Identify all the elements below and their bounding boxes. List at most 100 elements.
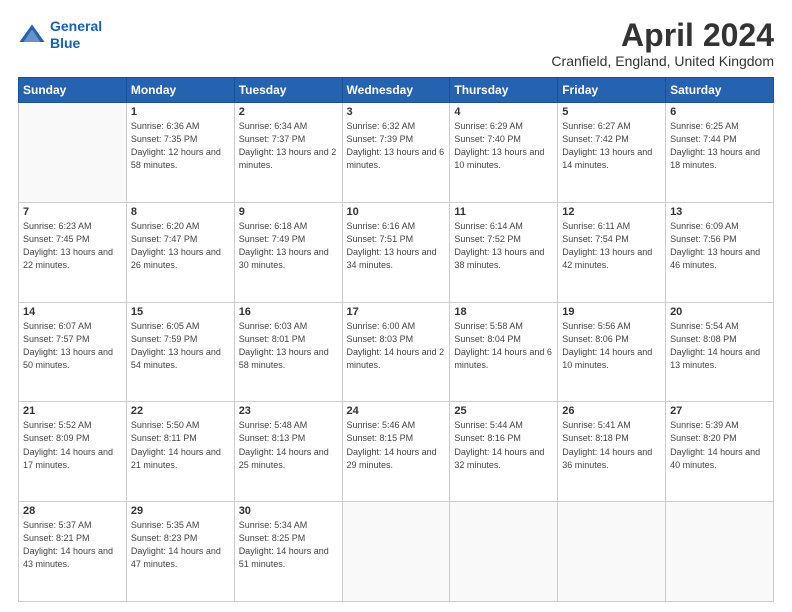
calendar-cell: 11 Sunrise: 6:14 AM Sunset: 7:52 PM Dayli…: [450, 202, 558, 302]
day-info: Sunrise: 5:44 AM Sunset: 8:16 PM Dayligh…: [454, 419, 553, 471]
day-number: 21: [23, 405, 122, 417]
calendar-cell: 7Sunrise: 6:23 AM Sunset: 7:45 PM Daylig…: [19, 202, 127, 302]
day-header-saturday: Saturday: [666, 78, 774, 103]
day-info: Sunrise: 5:56 AM Sunset: 8:06 PM Dayligh…: [562, 320, 661, 372]
calendar-cell: 24 Sunrise: 5:46 AM Sunset: 8:15 PM Dayli…: [342, 402, 450, 502]
day-number: 19: [562, 306, 661, 318]
day-info: Sunrise: 5:58 AM Sunset: 8:04 PM Dayligh…: [454, 320, 553, 372]
day-number: 13: [670, 206, 769, 218]
calendar-cell: 14Sunrise: 6:07 AM Sunset: 7:57 PM Dayli…: [19, 302, 127, 402]
day-info: Sunrise: 6:36 AM Sunset: 7:35 PM Dayligh…: [131, 120, 230, 172]
calendar-cell: [19, 103, 127, 203]
day-info: Sunrise: 5:48 AM Sunset: 8:13 PM Dayligh…: [239, 419, 338, 471]
day-info: Sunrise: 5:52 AM Sunset: 8:09 PM Dayligh…: [23, 419, 122, 471]
day-header-tuesday: Tuesday: [234, 78, 342, 103]
day-info: Sunrise: 5:39 AM Sunset: 8:20 PM Dayligh…: [670, 419, 769, 471]
day-number: 28: [23, 505, 122, 517]
calendar-header-row: SundayMondayTuesdayWednesdayThursdayFrid…: [19, 78, 774, 103]
calendar-cell: 5 Sunrise: 6:27 AM Sunset: 7:42 PM Daylig…: [558, 103, 666, 203]
day-number: 29: [131, 505, 230, 517]
day-number: 24: [347, 405, 446, 417]
day-number: 8: [131, 206, 230, 218]
day-info: Sunrise: 6:23 AM Sunset: 7:45 PM Dayligh…: [23, 220, 122, 272]
day-info: Sunrise: 6:07 AM Sunset: 7:57 PM Dayligh…: [23, 320, 122, 372]
day-number: 20: [670, 306, 769, 318]
day-number: 17: [347, 306, 446, 318]
calendar-cell: 26 Sunrise: 5:41 AM Sunset: 8:18 PM Dayli…: [558, 402, 666, 502]
day-info: Sunrise: 6:11 AM Sunset: 7:54 PM Dayligh…: [562, 220, 661, 272]
calendar-cell: 13 Sunrise: 6:09 AM Sunset: 7:56 PM Dayli…: [666, 202, 774, 302]
calendar-week-4: 21 Sunrise: 5:52 AM Sunset: 8:09 PM Dayli…: [19, 402, 774, 502]
day-info: Sunrise: 6:03 AM Sunset: 8:01 PM Dayligh…: [239, 320, 338, 372]
day-info: Sunrise: 6:32 AM Sunset: 7:39 PM Dayligh…: [347, 120, 446, 172]
calendar-cell: 20Sunrise: 5:54 AM Sunset: 8:08 PM Dayli…: [666, 302, 774, 402]
calendar-cell: [450, 502, 558, 602]
day-number: 26: [562, 405, 661, 417]
day-info: Sunrise: 5:35 AM Sunset: 8:23 PM Dayligh…: [131, 519, 230, 571]
calendar-cell: 30 Sunrise: 5:34 AM Sunset: 8:25 PM Dayli…: [234, 502, 342, 602]
day-number: 25: [454, 405, 553, 417]
day-info: Sunrise: 6:25 AM Sunset: 7:44 PM Dayligh…: [670, 120, 769, 172]
day-info: Sunrise: 5:41 AM Sunset: 8:18 PM Dayligh…: [562, 419, 661, 471]
calendar-cell: 1 Sunrise: 6:36 AM Sunset: 7:35 PM Daylig…: [126, 103, 234, 203]
calendar-cell: [666, 502, 774, 602]
day-number: 11: [454, 206, 553, 218]
day-info: Sunrise: 6:29 AM Sunset: 7:40 PM Dayligh…: [454, 120, 553, 172]
day-info: Sunrise: 5:46 AM Sunset: 8:15 PM Dayligh…: [347, 419, 446, 471]
calendar-cell: 9 Sunrise: 6:18 AM Sunset: 7:49 PM Daylig…: [234, 202, 342, 302]
calendar-week-5: 28 Sunrise: 5:37 AM Sunset: 8:21 PM Dayli…: [19, 502, 774, 602]
calendar-week-1: 1 Sunrise: 6:36 AM Sunset: 7:35 PM Daylig…: [19, 103, 774, 203]
day-number: 30: [239, 505, 338, 517]
day-number: 5: [562, 106, 661, 118]
calendar-cell: 23 Sunrise: 5:48 AM Sunset: 8:13 PM Dayli…: [234, 402, 342, 502]
calendar-cell: 21 Sunrise: 5:52 AM Sunset: 8:09 PM Dayli…: [19, 402, 127, 502]
calendar-week-2: 7Sunrise: 6:23 AM Sunset: 7:45 PM Daylig…: [19, 202, 774, 302]
day-info: Sunrise: 6:14 AM Sunset: 7:52 PM Dayligh…: [454, 220, 553, 272]
calendar-cell: 19 Sunrise: 5:56 AM Sunset: 8:06 PM Dayli…: [558, 302, 666, 402]
calendar-cell: 18 Sunrise: 5:58 AM Sunset: 8:04 PM Dayli…: [450, 302, 558, 402]
day-number: 15: [131, 306, 230, 318]
calendar-cell: 10 Sunrise: 6:16 AM Sunset: 7:51 PM Dayli…: [342, 202, 450, 302]
calendar-cell: 8 Sunrise: 6:20 AM Sunset: 7:47 PM Daylig…: [126, 202, 234, 302]
logo-text: General Blue: [50, 18, 102, 52]
logo: General Blue: [18, 18, 102, 52]
day-number: 9: [239, 206, 338, 218]
day-info: Sunrise: 6:09 AM Sunset: 7:56 PM Dayligh…: [670, 220, 769, 272]
day-info: Sunrise: 6:18 AM Sunset: 7:49 PM Dayligh…: [239, 220, 338, 272]
day-header-thursday: Thursday: [450, 78, 558, 103]
calendar-cell: 27 Sunrise: 5:39 AM Sunset: 8:20 PM Dayli…: [666, 402, 774, 502]
day-number: 23: [239, 405, 338, 417]
calendar-cell: 29 Sunrise: 5:35 AM Sunset: 8:23 PM Dayli…: [126, 502, 234, 602]
day-header-monday: Monday: [126, 78, 234, 103]
calendar-cell: [342, 502, 450, 602]
day-number: 1: [131, 106, 230, 118]
day-info: Sunrise: 5:50 AM Sunset: 8:11 PM Dayligh…: [131, 419, 230, 471]
day-number: 18: [454, 306, 553, 318]
day-number: 3: [347, 106, 446, 118]
day-number: 16: [239, 306, 338, 318]
day-info: Sunrise: 6:27 AM Sunset: 7:42 PM Dayligh…: [562, 120, 661, 172]
day-info: Sunrise: 6:16 AM Sunset: 7:51 PM Dayligh…: [347, 220, 446, 272]
month-title: April 2024: [551, 18, 774, 53]
day-info: Sunrise: 5:37 AM Sunset: 8:21 PM Dayligh…: [23, 519, 122, 571]
calendar-cell: 25 Sunrise: 5:44 AM Sunset: 8:16 PM Dayli…: [450, 402, 558, 502]
day-number: 6: [670, 106, 769, 118]
logo-icon: [18, 21, 46, 49]
calendar-week-3: 14Sunrise: 6:07 AM Sunset: 7:57 PM Dayli…: [19, 302, 774, 402]
calendar-cell: 15Sunrise: 6:05 AM Sunset: 7:59 PM Dayli…: [126, 302, 234, 402]
day-number: 12: [562, 206, 661, 218]
calendar-cell: 2Sunrise: 6:34 AM Sunset: 7:37 PM Daylig…: [234, 103, 342, 203]
calendar-cell: 6 Sunrise: 6:25 AM Sunset: 7:44 PM Daylig…: [666, 103, 774, 203]
calendar-cell: [558, 502, 666, 602]
day-number: 10: [347, 206, 446, 218]
calendar-table: SundayMondayTuesdayWednesdayThursdayFrid…: [18, 77, 774, 602]
day-number: 27: [670, 405, 769, 417]
day-info: Sunrise: 5:34 AM Sunset: 8:25 PM Dayligh…: [239, 519, 338, 571]
day-info: Sunrise: 6:34 AM Sunset: 7:37 PM Dayligh…: [239, 120, 338, 172]
calendar-cell: 12 Sunrise: 6:11 AM Sunset: 7:54 PM Dayli…: [558, 202, 666, 302]
calendar-cell: 16 Sunrise: 6:03 AM Sunset: 8:01 PM Dayli…: [234, 302, 342, 402]
day-number: 4: [454, 106, 553, 118]
calendar-cell: 17Sunrise: 6:00 AM Sunset: 8:03 PM Dayli…: [342, 302, 450, 402]
title-block: April 2024 Cranfield, England, United Ki…: [551, 18, 774, 69]
day-info: Sunrise: 6:20 AM Sunset: 7:47 PM Dayligh…: [131, 220, 230, 272]
